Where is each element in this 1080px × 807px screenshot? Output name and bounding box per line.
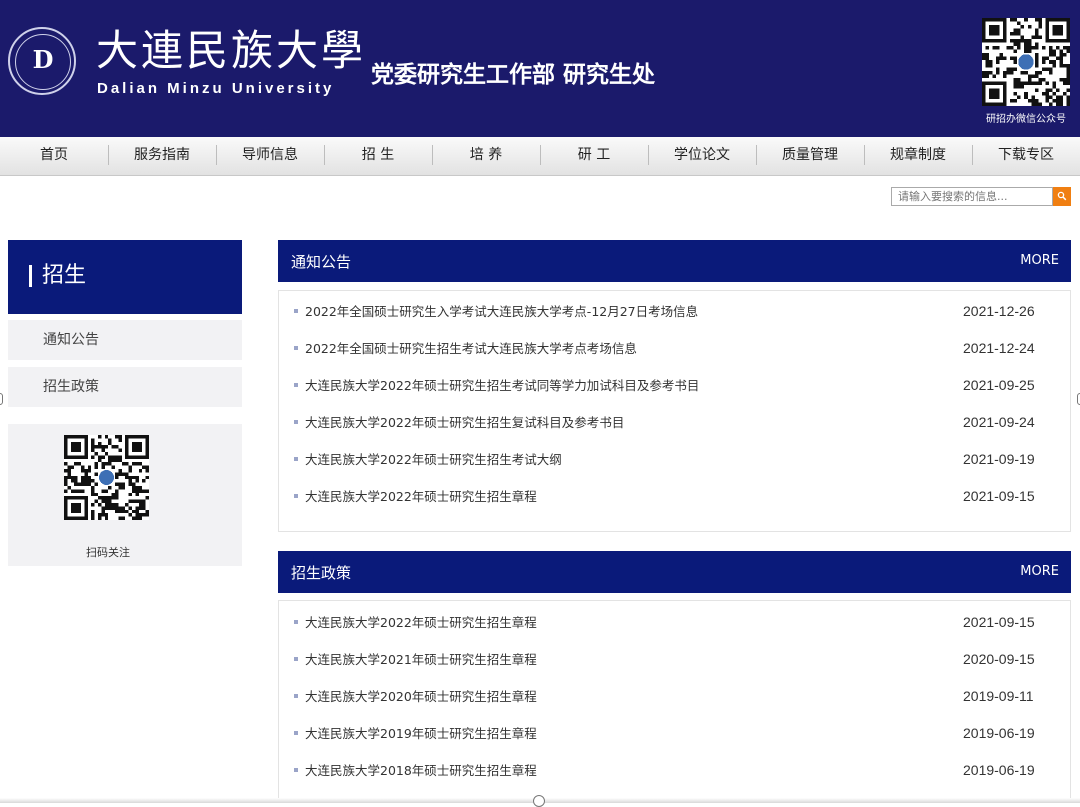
list-item[interactable]: 大连民族大学2021年硕士研究生招生章程 2020-09-15 [279,641,1070,678]
search-input[interactable] [891,187,1053,206]
bullet-icon [294,383,298,387]
list-item-date: 2021-12-26 [963,303,1035,319]
nav-item-home[interactable]: 首页 [0,137,108,175]
list-item-date: 2021-09-19 [963,451,1035,467]
list-item-title[interactable]: 大连民族大学2022年硕士研究生招生章程 [305,604,537,641]
bullet-icon [294,768,298,772]
university-seal-logo[interactable]: D [8,27,76,95]
bullet-icon [294,420,298,424]
university-name-cn[interactable]: 大連民族大學 [96,26,366,76]
nav-item-training[interactable]: 培 养 [432,137,540,175]
nav-item-service-guide[interactable]: 服务指南 [108,137,216,175]
bullet-icon [294,457,298,461]
list-item[interactable]: 大连民族大学2019年硕士研究生招生章程 2019-06-19 [279,715,1070,752]
list-item-title[interactable]: 大连民族大学2022年硕士研究生招生章程 [305,478,537,515]
list-item-date: 2021-09-24 [963,414,1035,430]
sidebar-item-policies[interactable]: 招生政策 [8,367,242,407]
nav-item-quality[interactable]: 质量管理 [756,137,864,175]
list-item-date: 2021-09-15 [963,488,1035,504]
nav-item-admissions[interactable]: 招 生 [324,137,432,175]
nav-item-regulations[interactable]: 规章制度 [864,137,972,175]
more-link[interactable]: MORE [1020,240,1059,282]
list-item-title[interactable]: 大连民族大学2021年硕士研究生招生章程 [305,641,537,678]
nav-item-student-affairs[interactable]: 研 工 [540,137,648,175]
list-item[interactable]: 大连民族大学2022年硕士研究生招生考试同等学力加试科目及参考书目 2021-09… [279,367,1070,404]
sidebar-item-notices[interactable]: 通知公告 [8,320,242,360]
more-link[interactable]: MORE [1020,551,1059,593]
list-item[interactable]: 大连民族大学2022年硕士研究生招生考试大纲 2021-09-19 [279,441,1070,478]
panel-title: 招生政策 [291,564,352,582]
list-item-date: 2021-12-24 [963,340,1035,356]
nav-item-supervisors[interactable]: 导师信息 [216,137,324,175]
sidebar-qr-caption: 扫码关注 [86,546,130,559]
search-button[interactable] [1053,187,1071,206]
resize-handle-left[interactable] [0,393,3,405]
list-item-date: 2021-09-15 [963,614,1035,630]
main-nav: 首页 服务指南 导师信息 招 生 培 养 研 工 学位论文 质量管理 规章制度 … [0,137,1080,176]
list-item[interactable]: 2022年全国硕士研究生入学考试大连民族大学考点-12月27日考场信息 2021-… [279,293,1070,330]
qr-caption: 研招办微信公众号 [986,114,1066,125]
panel-header-policies: 招生政策 MORE [278,551,1071,593]
list-item[interactable]: 大连民族大学2022年硕士研究生招生章程 2021-09-15 [279,604,1070,641]
site-header: D 大連民族大學 Dalian Minzu University 党委研究生工作… [0,0,1080,137]
search-icon [1057,191,1067,201]
bullet-icon [294,494,298,498]
nav-item-thesis[interactable]: 学位论文 [648,137,756,175]
bullet-icon [294,346,298,350]
nav-item-downloads[interactable]: 下载专区 [972,137,1080,175]
list-item[interactable]: 大连民族大学2022年硕士研究生招生章程 2021-09-15 [279,478,1070,515]
list-item-title[interactable]: 大连民族大学2022年硕士研究生招生考试同等学力加试科目及参考书目 [305,367,699,404]
department-title: 党委研究生工作部 研究生处 [371,61,656,88]
list-item-title[interactable]: 2022年全国硕士研究生入学考试大连民族大学考点-12月27日考场信息 [305,293,698,330]
list-item-title[interactable]: 大连民族大学2020年硕士研究生招生章程 [305,678,537,715]
bullet-icon [294,657,298,661]
list-item-date: 2021-09-25 [963,377,1035,393]
sidebar-header: 招生 [8,240,242,314]
panel-body-notices: 2022年全国硕士研究生入学考试大连民族大学考点-12月27日考场信息 2021-… [278,290,1071,532]
list-item[interactable]: 大连民族大学2022年硕士研究生招生复试科目及参考书目 2021-09-24 [279,404,1070,441]
university-name-en: Dalian Minzu University [97,80,335,97]
list-item-title[interactable]: 2022年全国硕士研究生招生考试大连民族大学考点考场信息 [305,330,637,367]
sidebar-accent-bar [29,265,32,287]
list-item-title[interactable]: 大连民族大学2018年硕士研究生招生章程 [305,752,537,789]
list-item-title[interactable]: 大连民族大学2022年硕士研究生招生复试科目及参考书目 [305,404,624,441]
list-item-date: 2019-06-19 [963,762,1035,778]
list-item[interactable]: 大连民族大学2018年硕士研究生招生章程 2019-06-19 [279,752,1070,789]
bullet-icon [294,731,298,735]
bullet-icon [294,694,298,698]
list-item-title[interactable]: 大连民族大学2022年硕士研究生招生考试大纲 [305,441,562,478]
resize-handle-bottom[interactable] [533,795,545,807]
list-item-date: 2019-09-11 [963,688,1034,704]
list-item-date: 2019-06-19 [963,725,1035,741]
list-item[interactable]: 大连民族大学2020年硕士研究生招生章程 2019-09-11 [279,678,1070,715]
sidebar-qr-box: 扫码关注 [8,424,242,566]
panel-header-notices: 通知公告 MORE [278,240,1071,282]
bullet-icon [294,309,298,313]
search-box [891,187,1071,206]
sidebar-title: 招生 [42,263,87,288]
list-item-title[interactable]: 大连民族大学2019年硕士研究生招生章程 [305,715,537,752]
follow-qr-code-icon [64,435,149,520]
list-item[interactable]: 2022年全国硕士研究生招生考试大连民族大学考点考场信息 2021-12-24 [279,330,1070,367]
wechat-qr-code-icon [982,18,1070,106]
bullet-icon [294,620,298,624]
panel-title: 通知公告 [291,253,352,271]
list-item-date: 2020-09-15 [963,651,1035,667]
panel-body-policies: 大连民族大学2022年硕士研究生招生章程 2021-09-15 大连民族大学202… [278,600,1071,802]
seal-letter: D [32,45,54,74]
